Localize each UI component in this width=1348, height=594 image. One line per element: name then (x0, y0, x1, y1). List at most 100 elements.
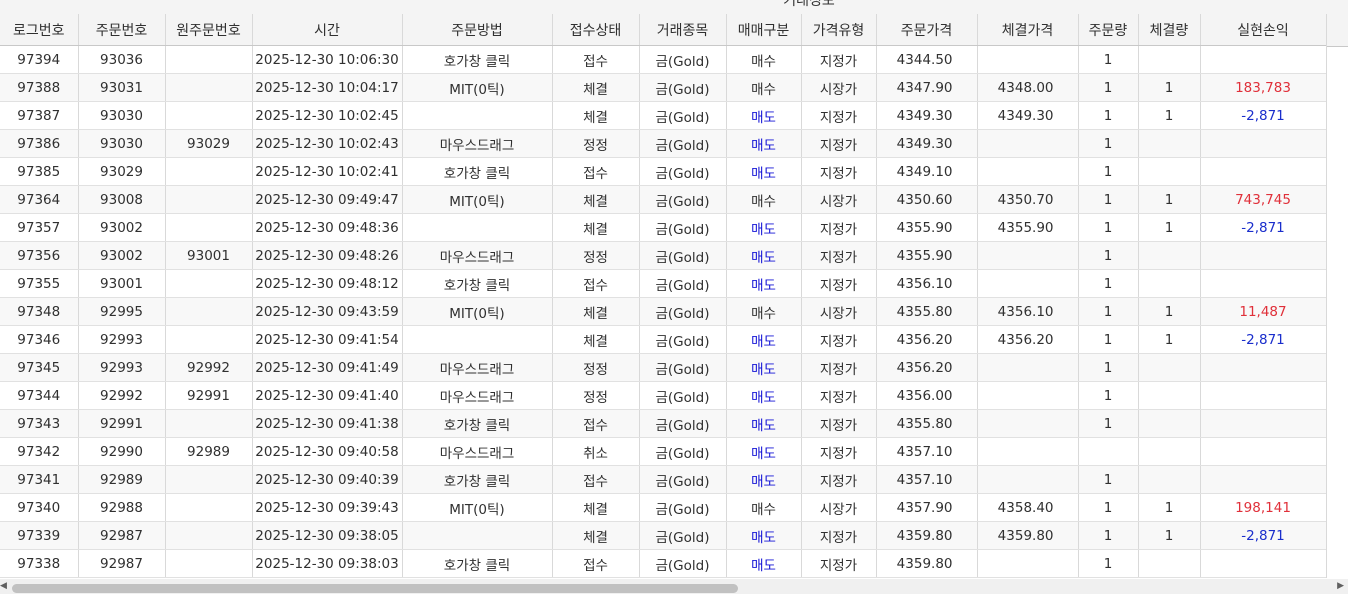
column-header-order-method[interactable]: 주문방법 (402, 14, 553, 46)
horizontal-scrollbar[interactable]: ◀ ▶ (0, 579, 1348, 594)
column-header-fill-price[interactable]: 체결가격 (977, 14, 1079, 46)
column-header-orig-order-no[interactable]: 원주문번호 (165, 14, 253, 46)
table-row[interactable]: 97364 93008 2025-12-30 09:49:47 MIT(0틱) 체결 금(… (0, 185, 1327, 214)
cell-order-qty: 1 (1078, 185, 1139, 214)
cell-time: 2025-12-30 09:43:59 (252, 297, 403, 326)
cell-instrument: 금(Gold) (639, 437, 727, 466)
table-row[interactable]: 97385 93029 2025-12-30 10:02:41 호가창 클릭 접수 금(G… (0, 157, 1327, 186)
cell-receipt-status: 체결 (552, 73, 640, 102)
cell-log-no: 97364 (0, 185, 79, 214)
table-row[interactable]: 97338 92987 2025-12-30 09:38:03 호가창 클릭 접수 금(G… (0, 549, 1327, 578)
column-header-instrument[interactable]: 거래종목 (639, 14, 727, 46)
cell-fill-qty: 1 (1138, 185, 1201, 214)
table-row[interactable]: 97339 92987 2025-12-30 09:38:05 체결 금(Gold) 매도… (0, 521, 1327, 550)
table-row[interactable]: 97356 93002 93001 2025-12-30 09:48:26 마우스드래그… (0, 241, 1327, 270)
cell-order-price: 4344.50 (876, 45, 978, 74)
order-log-table: 로그번호 주문번호 원주문번호 시간 주문방법 접수상태 거래종목 매매구분 가격유형 주문가격 체… (0, 14, 1327, 578)
cell-side: 매도 (726, 381, 802, 410)
table-row[interactable]: 97344 92992 92991 2025-12-30 09:41:40 마우스드래그… (0, 381, 1327, 410)
cell-instrument: 금(Gold) (639, 185, 727, 214)
table-row[interactable]: 97343 92991 2025-12-30 09:41:38 호가창 클릭 접수 금(G… (0, 409, 1327, 438)
table-row[interactable]: 97341 92989 2025-12-30 09:40:39 호가창 클릭 접수 금(G… (0, 465, 1327, 494)
column-header-log-no[interactable]: 로그번호 (0, 14, 79, 46)
cell-time: 2025-12-30 09:40:39 (252, 465, 403, 494)
cell-price-type: 시장가 (801, 297, 877, 326)
arrow-right-icon[interactable]: ▶ (1337, 581, 1344, 591)
cell-order-qty: 1 (1078, 269, 1139, 298)
table-row[interactable]: 97357 93002 2025-12-30 09:48:36 체결 금(Gold) 매도… (0, 213, 1327, 242)
cell-price-type: 지정가 (801, 465, 877, 494)
column-header-order-qty[interactable]: 주문량 (1078, 14, 1139, 46)
cell-order-no: 93031 (78, 73, 166, 102)
cell-fill-qty (1138, 129, 1201, 158)
arrow-left-icon[interactable]: ◀ (0, 581, 7, 591)
cell-order-qty: 1 (1078, 381, 1139, 410)
column-header-order-price[interactable]: 주문가격 (876, 14, 978, 46)
column-header-receipt-status[interactable]: 접수상태 (552, 14, 640, 46)
column-header-side[interactable]: 매매구분 (726, 14, 802, 46)
cell-price-type: 지정가 (801, 325, 877, 354)
cell-realized-pnl: 11,487 (1200, 297, 1327, 326)
scrollbar-thumb[interactable] (12, 584, 738, 593)
table-row[interactable]: 97387 93030 2025-12-30 10:02:45 체결 금(Gold) 매도… (0, 101, 1327, 130)
cell-order-qty: 1 (1078, 157, 1139, 186)
table-row[interactable]: 97394 93036 2025-12-30 10:06:30 호가창 클릭 접수 금(G… (0, 45, 1327, 74)
column-header-realized-pnl[interactable]: 실현손익 (1200, 14, 1327, 46)
table-row[interactable]: 97355 93001 2025-12-30 09:48:12 호가창 클릭 접수 금(G… (0, 269, 1327, 298)
cell-log-no: 97357 (0, 213, 79, 242)
cell-side: 매도 (726, 437, 802, 466)
cell-order-qty: 1 (1078, 297, 1139, 326)
cell-fill-qty (1138, 437, 1201, 466)
cell-order-price: 4349.30 (876, 101, 978, 130)
cell-fill-price (977, 465, 1079, 494)
cell-time: 2025-12-30 09:39:43 (252, 493, 403, 522)
cell-fill-qty (1138, 549, 1201, 578)
cell-order-qty (1078, 437, 1139, 466)
table-row[interactable]: 97340 92988 2025-12-30 09:39:43 MIT(0틱) 체결 금(… (0, 493, 1327, 522)
cell-log-no: 97346 (0, 325, 79, 354)
cell-fill-price: 4356.10 (977, 297, 1079, 326)
cell-order-qty: 1 (1078, 521, 1139, 550)
cell-orig-order-no (165, 45, 253, 74)
cell-log-no: 97386 (0, 129, 79, 158)
table-row[interactable]: 97342 92990 92989 2025-12-30 09:40:58 마우스드래그… (0, 437, 1327, 466)
cell-orig-order-no: 92991 (165, 381, 253, 410)
column-header-order-no[interactable]: 주문번호 (78, 14, 166, 46)
cell-order-qty: 1 (1078, 45, 1139, 74)
column-header-fill-qty[interactable]: 체결량 (1138, 14, 1201, 46)
cell-side: 매도 (726, 269, 802, 298)
column-header-price-type[interactable]: 가격유형 (801, 14, 877, 46)
cell-realized-pnl: -2,871 (1200, 101, 1327, 130)
cell-side: 매도 (726, 241, 802, 270)
cell-fill-price: 4359.80 (977, 521, 1079, 550)
table-row[interactable]: 97388 93031 2025-12-30 10:04:17 MIT(0틱) 체결 금(… (0, 73, 1327, 102)
cell-order-qty: 1 (1078, 549, 1139, 578)
table-row[interactable]: 97348 92995 2025-12-30 09:43:59 MIT(0틱) 체결 금(… (0, 297, 1327, 326)
cell-log-no: 97342 (0, 437, 79, 466)
cell-log-no: 97344 (0, 381, 79, 410)
cell-orig-order-no (165, 213, 253, 242)
cell-fill-qty: 1 (1138, 297, 1201, 326)
cell-time: 2025-12-30 10:06:30 (252, 45, 403, 74)
cell-orig-order-no: 92992 (165, 353, 253, 382)
cell-log-no: 97341 (0, 465, 79, 494)
group-header-label: 거래정보 (783, 0, 835, 9)
cell-orig-order-no (165, 409, 253, 438)
cell-fill-qty: 1 (1138, 493, 1201, 522)
column-header-time[interactable]: 시간 (252, 14, 403, 46)
table-row[interactable]: 97346 92993 2025-12-30 09:41:54 체결 금(Gold) 매도… (0, 325, 1327, 354)
table-row[interactable]: 97386 93030 93029 2025-12-30 10:02:43 마우스드래그… (0, 129, 1327, 158)
order-log-grid[interactable]: 로그번호 주문번호 원주문번호 시간 주문방법 접수상태 거래종목 매매구분 가격유형 주문가격 체… (0, 14, 1348, 578)
cell-fill-price (977, 157, 1079, 186)
cell-realized-pnl (1200, 381, 1327, 410)
cell-order-qty: 1 (1078, 465, 1139, 494)
table-row[interactable]: 97345 92993 92992 2025-12-30 09:41:49 마우스드래그… (0, 353, 1327, 382)
grid-right-filler (1326, 14, 1348, 578)
cell-side: 매도 (726, 129, 802, 158)
cell-order-no: 93008 (78, 185, 166, 214)
cell-instrument: 금(Gold) (639, 325, 727, 354)
cell-price-type: 지정가 (801, 101, 877, 130)
cell-order-price: 4356.10 (876, 269, 978, 298)
cell-receipt-status: 접수 (552, 269, 640, 298)
cell-order-price: 4347.90 (876, 73, 978, 102)
